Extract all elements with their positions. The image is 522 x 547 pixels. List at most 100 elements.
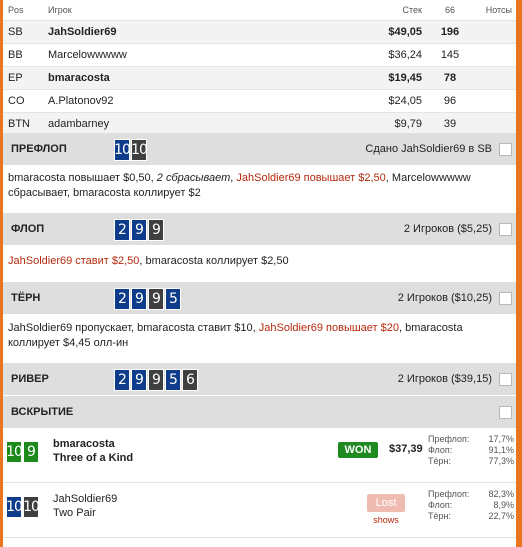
street-info: 2 Игроков ($39,15) <box>397 373 492 385</box>
card: 9 <box>148 219 164 241</box>
player-notes[interactable] <box>470 20 516 44</box>
card: 9 <box>148 288 164 310</box>
col-count-header: 66 <box>444 5 455 15</box>
action-text: 2 сбрасывает <box>156 172 231 184</box>
table-row[interactable]: BB Marcelowwwww $36,24 145 <box>3 43 516 67</box>
won-amount: $37,39 <box>389 443 423 455</box>
table-row[interactable]: CO A.Platonov92 $24,05 96 <box>3 89 516 113</box>
showdown-player-name[interactable]: bmaracosta <box>53 438 115 450</box>
street-checkbox[interactable] <box>499 406 512 419</box>
player-notes[interactable] <box>470 112 516 135</box>
table-row[interactable]: SB JahSoldier69 $49,05 196 <box>3 20 516 44</box>
player-notes[interactable] <box>470 89 516 113</box>
street-turn-header: ТЁРН 2 9 9 5 2 Игроков ($10,25) <box>3 282 516 314</box>
equity-list: Префлоп: 17,7% Флоп: 91,1% Тёрн: 77,3% <box>428 434 514 467</box>
board-cards: 2 9 9 5 <box>114 288 181 310</box>
board-cards: 2 9 9 5 6 <box>114 369 198 391</box>
card: 9 <box>131 219 147 241</box>
turn-actions: JahSoldier69 пропускает, bmaracosta став… <box>8 321 508 351</box>
table-row[interactable]: EP bmaracosta $19,45 78 <box>3 66 516 90</box>
card: 10 <box>114 139 131 161</box>
equity-value: 91,1% <box>488 445 514 455</box>
equity-item: Тёрн: 77,3% <box>428 456 514 467</box>
card: 2 <box>114 219 130 241</box>
showdown-player-row: 10 10 JahSoldier69 Two Pair Lost shows П… <box>3 483 516 538</box>
hand-history-panel: Pos Игрок Стек 66 Нотсы SB JahSoldier69 … <box>3 0 516 547</box>
street-flop-header: ФЛОП 2 9 9 2 Игроков ($5,25) <box>3 213 516 245</box>
card: 10 <box>6 496 23 518</box>
hero-action-text: JahSoldier69 повышает $2,50 <box>236 172 386 184</box>
hero-action-text: JahSoldier69 повышает $20 <box>258 322 399 334</box>
card: 2 <box>114 288 130 310</box>
players-table-header: Pos Игрок Стек 66 Нотсы <box>3 0 516 21</box>
showdown-hand-rank: Three of a Kind <box>53 452 134 464</box>
players-table: Pos Игрок Стек 66 Нотсы SB JahSoldier69 … <box>3 0 516 135</box>
window-frame-right <box>516 0 522 547</box>
player-stack: $19,45 <box>338 66 430 90</box>
shows-label: shows <box>373 515 399 525</box>
player-name[interactable]: JahSoldier69 <box>48 20 338 44</box>
street-checkbox[interactable] <box>499 373 512 386</box>
card: 9 <box>148 369 164 391</box>
street-title: ПРЕФЛОП <box>11 143 67 155</box>
col-player-header: Игрок <box>48 5 72 15</box>
equity-item: Тёрн: 22,7% <box>428 511 514 522</box>
street-showdown-header: ВСКРЫТИЕ <box>3 396 516 428</box>
lost-badge: Lost <box>367 494 405 512</box>
equity-value: 77,3% <box>488 456 514 466</box>
street-title: ТЁРН <box>11 292 41 304</box>
action-text: bmaracosta повышает $0,50, <box>8 172 157 184</box>
hole-cards: 10 10 <box>6 496 40 518</box>
street-title: РИВЕР <box>11 373 49 385</box>
equity-label: Флоп: <box>428 500 453 510</box>
card: 2 <box>114 369 130 391</box>
player-count: 78 <box>430 66 470 90</box>
won-badge: WON <box>338 442 378 458</box>
col-notes-header: Нотсы <box>485 5 512 15</box>
player-notes[interactable] <box>470 43 516 67</box>
hero-action-text: JahSoldier69 ставит $2,50 <box>8 255 140 267</box>
equity-item: Префлоп: 17,7% <box>428 434 514 445</box>
player-count: 196 <box>430 20 470 44</box>
player-pos: EP <box>3 66 48 90</box>
board-cards: 2 9 9 <box>114 219 164 241</box>
equity-label: Префлоп: <box>428 434 470 444</box>
street-title: ФЛОП <box>11 223 45 235</box>
player-count: 145 <box>430 43 470 67</box>
equity-list: Префлоп: 82,3% Флоп: 8,9% Тёрн: 22,7% <box>428 489 514 522</box>
player-count: 39 <box>430 112 470 135</box>
street-info: 2 Игроков ($10,25) <box>397 292 492 304</box>
street-info: Сдано JahSoldier69 в SB <box>365 143 492 155</box>
street-checkbox[interactable] <box>499 223 512 236</box>
card: 9 <box>131 288 147 310</box>
player-pos: BTN <box>3 112 48 135</box>
showdown-player-row: 10 9 bmaracosta Three of a Kind WON $37,… <box>3 428 516 483</box>
player-name[interactable]: A.Platonov92 <box>48 89 338 113</box>
card: 5 <box>165 288 181 310</box>
showdown-hand-rank: Two Pair <box>53 507 96 519</box>
player-stack: $24,05 <box>338 89 430 113</box>
hole-cards: 10 9 <box>6 441 39 463</box>
equity-value: 8,9% <box>493 500 514 510</box>
card: 5 <box>165 369 181 391</box>
equity-value: 82,3% <box>488 489 514 499</box>
equity-item: Флоп: 8,9% <box>428 500 514 511</box>
equity-label: Тёрн: <box>428 511 451 521</box>
col-stack-header: Стек <box>402 5 422 15</box>
street-checkbox[interactable] <box>499 143 512 156</box>
player-pos: CO <box>3 89 48 113</box>
action-text: , bmaracosta коллирует $2,50 <box>139 255 289 267</box>
street-checkbox[interactable] <box>499 292 512 305</box>
player-name[interactable]: Marcelowwwww <box>48 43 338 67</box>
player-name[interactable]: adambarney <box>48 112 338 135</box>
player-pos: BB <box>3 43 48 67</box>
player-name[interactable]: bmaracosta <box>48 66 338 90</box>
equity-item: Префлоп: 82,3% <box>428 489 514 500</box>
street-info: 2 Игроков ($5,25) <box>403 223 492 235</box>
col-pos-header: Pos <box>8 5 24 15</box>
player-notes[interactable] <box>470 66 516 90</box>
hole-cards: 10 10 <box>114 139 148 161</box>
showdown-player-name[interactable]: JahSoldier69 <box>53 493 117 505</box>
table-row[interactable]: BTN adambarney $9,79 39 <box>3 112 516 135</box>
card: 10 <box>6 441 23 463</box>
